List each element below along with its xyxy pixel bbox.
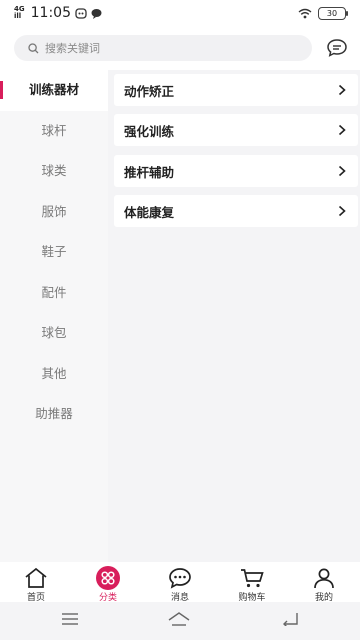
tab-category[interactable]: 分类 (72, 562, 144, 603)
category-sidebar: 训练器材 球杆 球类 服饰 鞋子 配件 球包 其他 助推器 (0, 70, 108, 562)
sidebar-item-label: 球杆 (41, 122, 67, 138)
subcategory-panel: 动作矫正 强化训练 推杆辅助 体能康复 (108, 70, 360, 562)
chevron-right-icon (338, 165, 346, 177)
subcategory-label: 体能康复 (124, 204, 175, 220)
subcategory-label: 动作矫正 (124, 83, 175, 99)
sidebar-item-label: 配件 (41, 284, 67, 300)
sidebar-item-bags[interactable]: 球包 (0, 313, 108, 354)
sidebar-item-label: 球类 (41, 163, 67, 178)
sidebar-item-label: 其他 (41, 365, 67, 381)
notification-icon (75, 7, 87, 19)
sidebar-item-apparel[interactable]: 服饰 (0, 192, 108, 233)
message-icon (169, 568, 191, 589)
subcategory-row-putting-aid[interactable]: 推杆辅助 (114, 155, 358, 187)
tab-messages[interactable]: 消息 (144, 562, 216, 603)
sidebar-item-label: 鞋子 (41, 244, 67, 259)
message-icon[interactable] (326, 38, 348, 58)
status-right: 30 (298, 7, 348, 20)
cart-icon (241, 569, 264, 588)
signal-bars: ill (14, 12, 22, 20)
subcategory-label: 强化训练 (124, 123, 175, 139)
search-icon (28, 42, 39, 53)
chevron-right-icon (338, 84, 346, 96)
sidebar-item-shoes[interactable]: 鞋子 (0, 232, 108, 273)
sidebar-item-other[interactable]: 其他 (0, 354, 108, 395)
home-nav-icon[interactable] (168, 612, 190, 626)
sidebar-item-label: 球包 (41, 325, 67, 340)
tab-cart[interactable]: 购物车 (216, 562, 288, 603)
sidebar-item-label: 服饰 (41, 203, 67, 219)
search-row (0, 33, 360, 63)
status-bar: 4G ill 11:05 30 (0, 0, 360, 28)
status-left: 4G ill 11:05 (14, 5, 102, 21)
tab-home[interactable]: 首页 (0, 562, 72, 603)
chevron-right-icon (338, 205, 346, 217)
menu-icon[interactable] (62, 612, 78, 626)
home-icon (25, 567, 47, 588)
profile-icon (314, 568, 334, 589)
sidebar-item-accessories[interactable]: 配件 (0, 273, 108, 314)
sidebar-item-label: 助推器 (35, 406, 73, 421)
subcategory-row-motion-correction[interactable]: 动作矫正 (114, 74, 358, 106)
search-box[interactable] (14, 35, 312, 61)
wifi-icon (298, 8, 312, 19)
sidebar-item-clubs[interactable]: 球杆 (0, 111, 108, 152)
battery-level: 30 (326, 9, 338, 18)
status-time: 11:05 (30, 5, 71, 21)
back-icon[interactable] (282, 612, 298, 626)
sidebar-item-training-equipment[interactable]: 训练器材 (0, 70, 108, 111)
sidebar-item-booster[interactable]: 助推器 (0, 394, 108, 435)
chat-notification-icon (91, 8, 102, 19)
category-icon (96, 566, 120, 590)
chevron-right-icon (338, 124, 346, 136)
subcategory-row-strength-training[interactable]: 强化训练 (114, 114, 358, 146)
subcategory-row-fitness-rehab[interactable]: 体能康复 (114, 195, 358, 227)
sidebar-item-label: 训练器材 (28, 82, 79, 97)
system-nav-bar (0, 602, 360, 640)
battery-icon: 30 (318, 7, 348, 20)
signal-icon: 4G ill (14, 6, 25, 20)
tab-profile[interactable]: 我的 (288, 562, 360, 603)
search-input[interactable] (43, 40, 287, 56)
subcategory-label: 推杆辅助 (124, 164, 175, 180)
sidebar-item-balls[interactable]: 球类 (0, 151, 108, 192)
bottom-tab-bar: 首页 分类 消息 购物车 我的 (0, 562, 360, 603)
